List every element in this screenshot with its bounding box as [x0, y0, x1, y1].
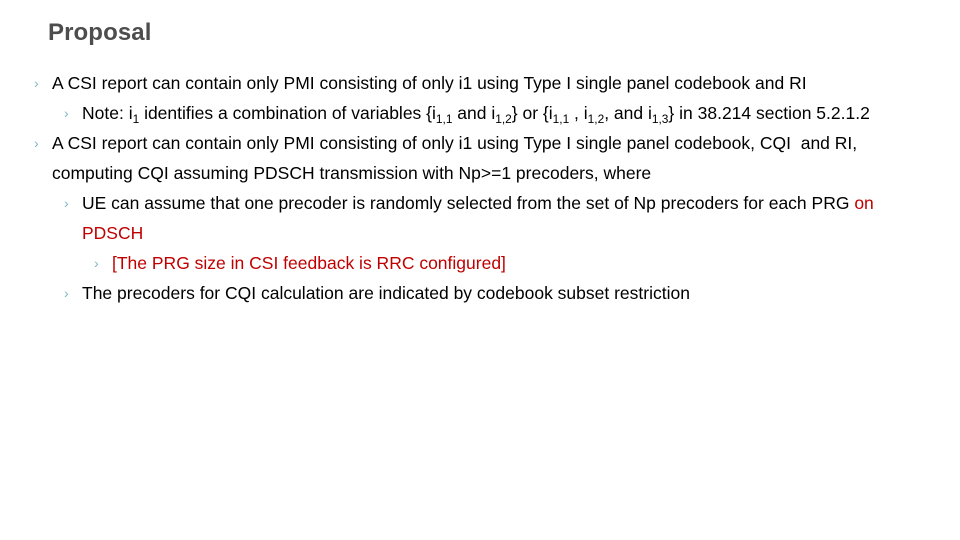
chevron-right-icon: › — [64, 105, 69, 121]
slide-body: › A CSI report can contain only PMI cons… — [30, 68, 936, 308]
list-item: › Note: i1 identifies a combination of v… — [30, 98, 936, 128]
text-part: , i — [569, 103, 588, 123]
subscript: 1,2 — [587, 111, 605, 126]
page-title: Proposal — [48, 19, 152, 46]
list-item-text: A CSI report can contain only PMI consis… — [52, 73, 807, 93]
text-part: Note: i — [82, 103, 133, 123]
text-part: } or {i — [511, 103, 553, 123]
subscript: 1,1 — [552, 111, 570, 126]
chevron-right-icon: › — [94, 255, 99, 271]
chevron-right-icon: › — [34, 75, 39, 91]
text-part: , and i — [604, 103, 652, 123]
list-item: › A CSI report can contain only PMI cons… — [30, 128, 936, 188]
text-part: identifies a combination of variables {i — [139, 103, 436, 123]
list-item-text: The precoders for CQI calculation are in… — [82, 283, 690, 303]
slide: Proposal › A CSI report can contain only… — [0, 0, 960, 540]
subscript: 1,1 — [435, 111, 453, 126]
list-item: › The precoders for CQI calculation are … — [30, 278, 936, 308]
subscript: 1,3 — [651, 111, 669, 126]
chevron-right-icon: › — [64, 285, 69, 301]
list-item-text: Note: i1 identifies a combination of var… — [82, 98, 936, 128]
text-part: } in 38.214 section 5.2.1.2 — [668, 103, 870, 123]
chevron-right-icon: › — [64, 195, 69, 211]
list-item-text: UE can assume that one precoder is rando… — [82, 188, 936, 248]
list-item-text: [The PRG size in CSI feedback is RRC con… — [112, 253, 506, 273]
list-item-text: A CSI report can contain only PMI consis… — [52, 133, 863, 183]
list-item: › UE can assume that one precoder is ran… — [30, 188, 936, 248]
text-part: and i — [452, 103, 496, 123]
list-item: › A CSI report can contain only PMI cons… — [30, 68, 936, 98]
subscript: 1,2 — [495, 111, 512, 126]
text-part: UE can assume that one precoder is rando… — [82, 193, 855, 213]
chevron-right-icon: › — [34, 135, 39, 151]
list-item: › [The PRG size in CSI feedback is RRC c… — [30, 248, 936, 278]
